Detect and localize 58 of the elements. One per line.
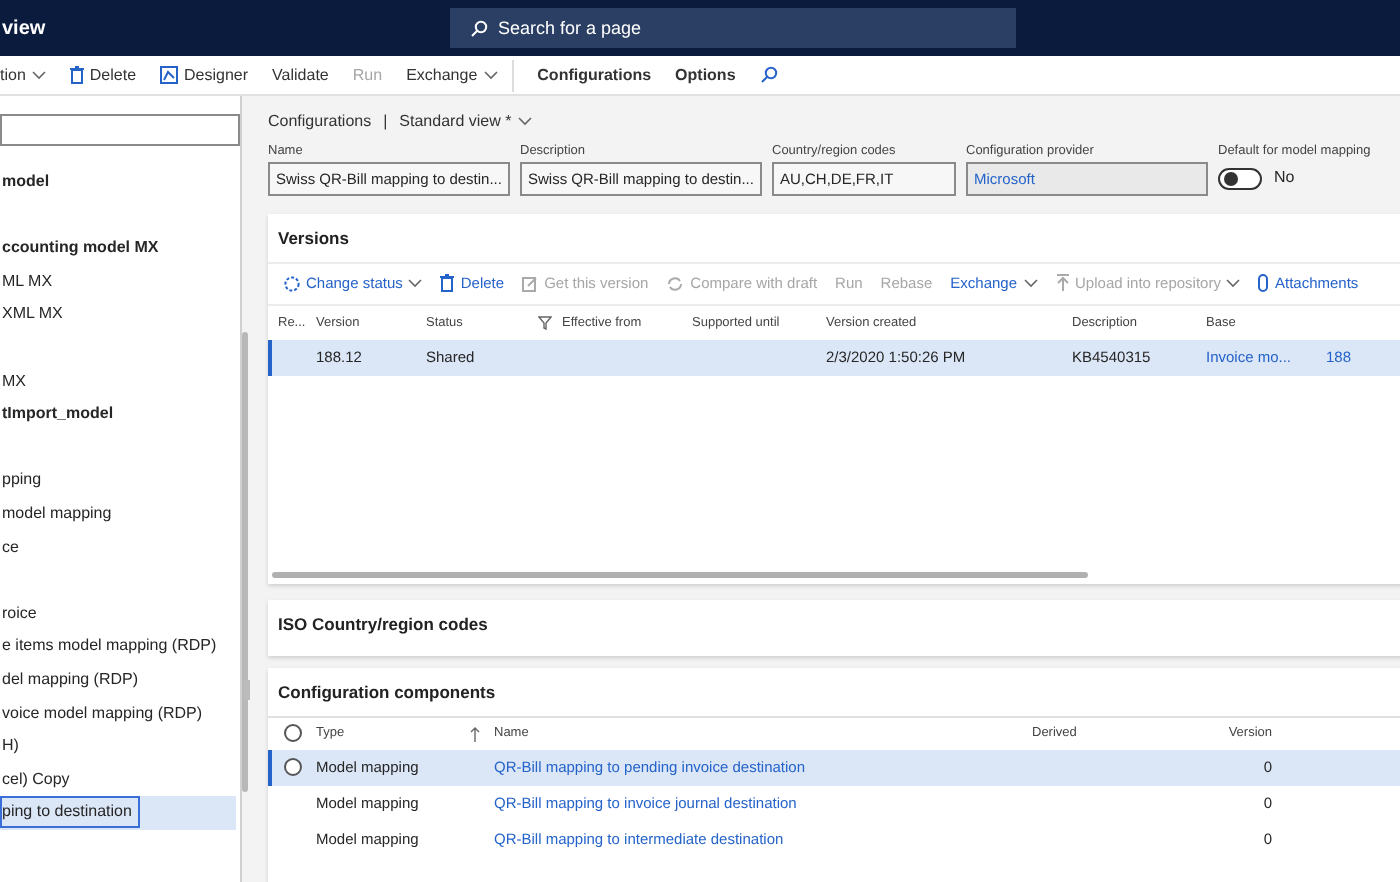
chevron-icon (517, 116, 532, 127)
trash-icon (440, 274, 455, 293)
breadcrumb-separator: | (383, 112, 388, 131)
dashed-circle-icon (284, 275, 300, 292)
tree-item[interactable]: H) (0, 730, 236, 764)
search-icon (470, 19, 488, 37)
edit-icon (522, 275, 539, 292)
row-radio[interactable] (284, 758, 302, 777)
chevron-icon (31, 70, 46, 80)
toggle-switch[interactable] (1218, 167, 1262, 190)
scrollbar[interactable] (272, 571, 1088, 578)
section-title: ISO Country/region codes (276, 611, 490, 638)
paperclip-icon (1258, 274, 1269, 293)
view-selector[interactable]: Standard view * (399, 112, 532, 131)
select-all-radio[interactable] (284, 724, 302, 743)
tree-item[interactable]: XML MX (0, 298, 236, 332)
tree-item[interactable]: ML MX (0, 265, 236, 299)
search-button[interactable] (759, 66, 778, 84)
tree-item[interactable]: ccounting model MX (0, 232, 236, 266)
tree-item[interactable]: cel) Copy (0, 763, 236, 797)
section-title: Configuration components (276, 679, 498, 706)
tree-item[interactable]: model mapping (0, 497, 236, 532)
scrollbar[interactable] (242, 332, 248, 792)
tree-item[interactable]: e items model mapping (RDP) (0, 630, 236, 664)
toolbar-button[interactable]: tion (0, 66, 46, 84)
filter-field[interactable] (0, 114, 240, 146)
toolbar-button[interactable]: Exchange (406, 66, 498, 84)
tree-item[interactable]: ping to destination (0, 796, 236, 830)
tree-item[interactable]: ce (0, 531, 236, 565)
toolbar-button[interactable]: Designer (160, 66, 249, 84)
chevron-icon (1226, 278, 1241, 289)
tree-item[interactable]: tImport_model (0, 398, 236, 432)
trash-icon (69, 66, 84, 84)
app-title: view (0, 17, 48, 39)
toolbar-button[interactable]: Configurations (537, 66, 652, 84)
refresh-icon (666, 275, 685, 292)
toolbar-button[interactable]: Delete (69, 66, 137, 84)
toolbar-button[interactable]: Validate (272, 66, 329, 84)
chevron-icon (1023, 278, 1038, 289)
tree-item[interactable]: roice (0, 597, 236, 631)
tree-item[interactable]: del mapping (RDP) (0, 663, 236, 697)
chevron-icon (408, 278, 423, 289)
section-title: Versions (276, 225, 351, 252)
designer-icon (160, 66, 179, 84)
toggle-value: No (1274, 167, 1295, 190)
sort-arrow-icon (470, 725, 480, 742)
tree-item[interactable]: model (0, 166, 236, 200)
toolbar-button[interactable]: Options (675, 66, 736, 84)
search-field[interactable]: Search for a page (450, 8, 1016, 48)
filter-icon[interactable] (538, 315, 552, 330)
upload-icon (1055, 274, 1070, 293)
chevron-icon (483, 70, 498, 80)
tree-item[interactable]: pping (0, 464, 236, 498)
tree-item[interactable]: MX (0, 365, 236, 399)
search-icon (759, 66, 778, 84)
splitter-handle[interactable] (244, 680, 250, 700)
tree-item[interactable]: voice model mapping (RDP) (0, 697, 236, 731)
breadcrumb-link[interactable]: Configurations (268, 112, 372, 131)
